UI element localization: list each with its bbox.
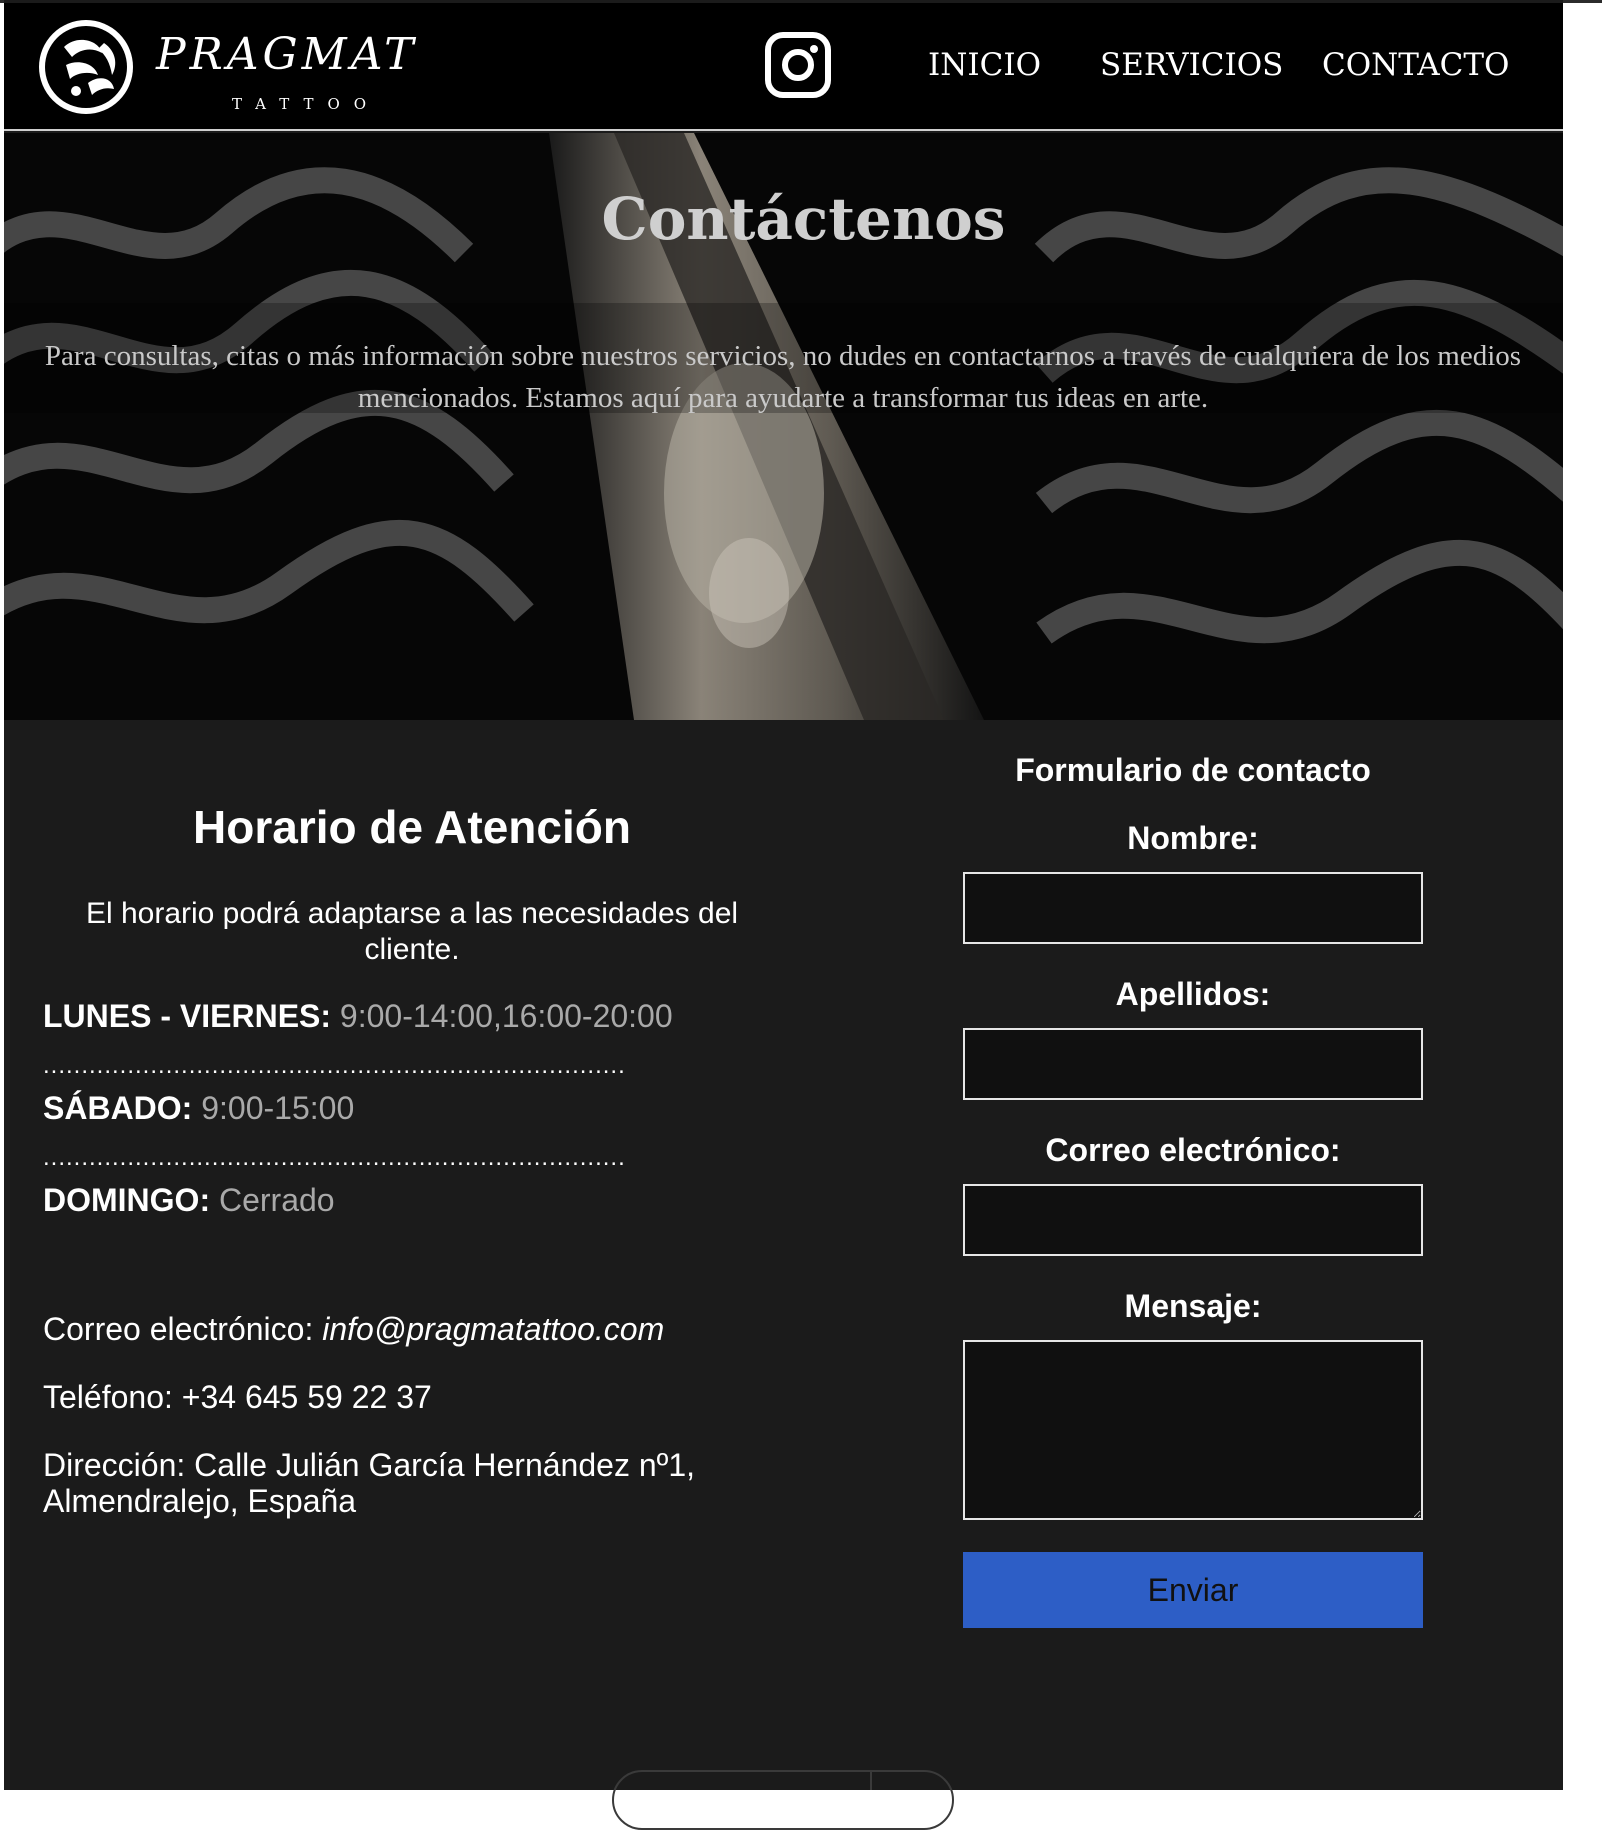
schedule-hours: 9:00-14:00,16:00-20:00: [339, 998, 673, 1034]
schedule-separator: ........................................…: [43, 1144, 626, 1171]
name-field[interactable]: [963, 872, 1423, 944]
schedule-row-sunday: DOMINGO: Cerrado: [43, 1182, 335, 1219]
hero-description: Para consultas, citas o más información …: [44, 340, 1522, 414]
nav-item-inicio[interactable]: INICIO: [928, 47, 1041, 83]
hero-banner: Contáctenos Para consultas, citas o más …: [4, 133, 1563, 720]
koi-fish-logo-icon[interactable]: [36, 17, 136, 117]
schedule-separator: ........................................…: [43, 1052, 626, 1079]
page-title: Contáctenos: [601, 185, 1006, 253]
bottom-pill-control[interactable]: [612, 1770, 954, 1830]
schedule-hours: 9:00-15:00: [201, 1090, 355, 1126]
schedule-day: SÁBADO:: [43, 1090, 193, 1126]
name-label: Nombre:: [1127, 820, 1259, 856]
contact-address: Dirección: Calle Julián García Hernández…: [43, 1447, 695, 1519]
contact-form-title: Formulario de contacto: [1015, 752, 1371, 788]
schedule-day: DOMINGO:: [43, 1182, 211, 1218]
contact-email: Correo electrónico: info@pragmatattoo.co…: [43, 1311, 763, 1347]
message-field[interactable]: [963, 1340, 1423, 1520]
schedule-row-saturday: SÁBADO: 9:00-15:00: [43, 1090, 354, 1127]
instagram-icon[interactable]: [764, 31, 832, 99]
brand-subtitle: TATTOO: [232, 95, 381, 113]
contact-phone: Teléfono: +34 645 59 22 37: [43, 1379, 432, 1415]
nav-item-contacto[interactable]: CONTACTO: [1322, 47, 1509, 83]
contact-email-label: Correo electrónico:: [43, 1311, 323, 1347]
bottom-pill-divider: [870, 1772, 872, 1790]
send-button[interactable]: Enviar: [963, 1552, 1423, 1628]
surname-label: Apellidos:: [1115, 976, 1271, 1012]
schedule-title: Horario de Atención: [193, 801, 631, 853]
message-label: Mensaje:: [1124, 1288, 1262, 1324]
brand-name: PRAGMAT: [156, 29, 418, 80]
schedule-note: El horario podrá adaptarse a las necesid…: [85, 897, 739, 966]
nav-item-servicios[interactable]: SERVICIOS: [1100, 47, 1283, 83]
contact-email-link[interactable]: info@pragmatattoo.com: [322, 1311, 664, 1347]
email-field[interactable]: [963, 1184, 1423, 1256]
email-label: Correo electrónico:: [1045, 1132, 1341, 1168]
site-header: PRAGMAT TATTOO INICIO SERVICIOS CONTACTO: [4, 3, 1563, 131]
schedule-hours: Cerrado: [218, 1182, 335, 1218]
schedule-row-weekdays: LUNES - VIERNES: 9:00-14:00,16:00-20:00: [43, 998, 673, 1035]
surname-field[interactable]: [963, 1028, 1423, 1100]
schedule-day: LUNES - VIERNES:: [43, 998, 332, 1034]
